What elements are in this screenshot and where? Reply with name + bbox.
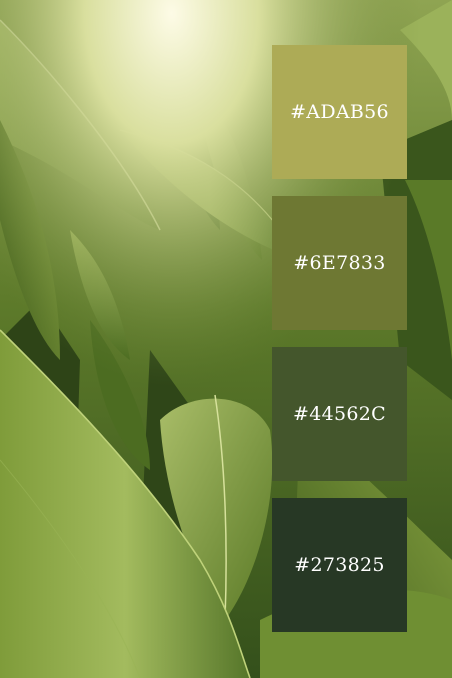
hex-code-label: #ADAB56 <box>290 101 389 123</box>
hex-code-label: #6E7833 <box>293 252 386 274</box>
palette-image: #ADAB56 #6E7833 #44562C #273825 <box>0 0 452 678</box>
color-swatch: #ADAB56 <box>272 45 407 179</box>
color-swatch: #44562C <box>272 347 407 481</box>
color-swatch: #6E7833 <box>272 196 407 330</box>
hex-code-label: #44562C <box>293 403 386 425</box>
hex-code-label: #273825 <box>294 554 385 576</box>
color-swatch: #273825 <box>272 498 407 632</box>
